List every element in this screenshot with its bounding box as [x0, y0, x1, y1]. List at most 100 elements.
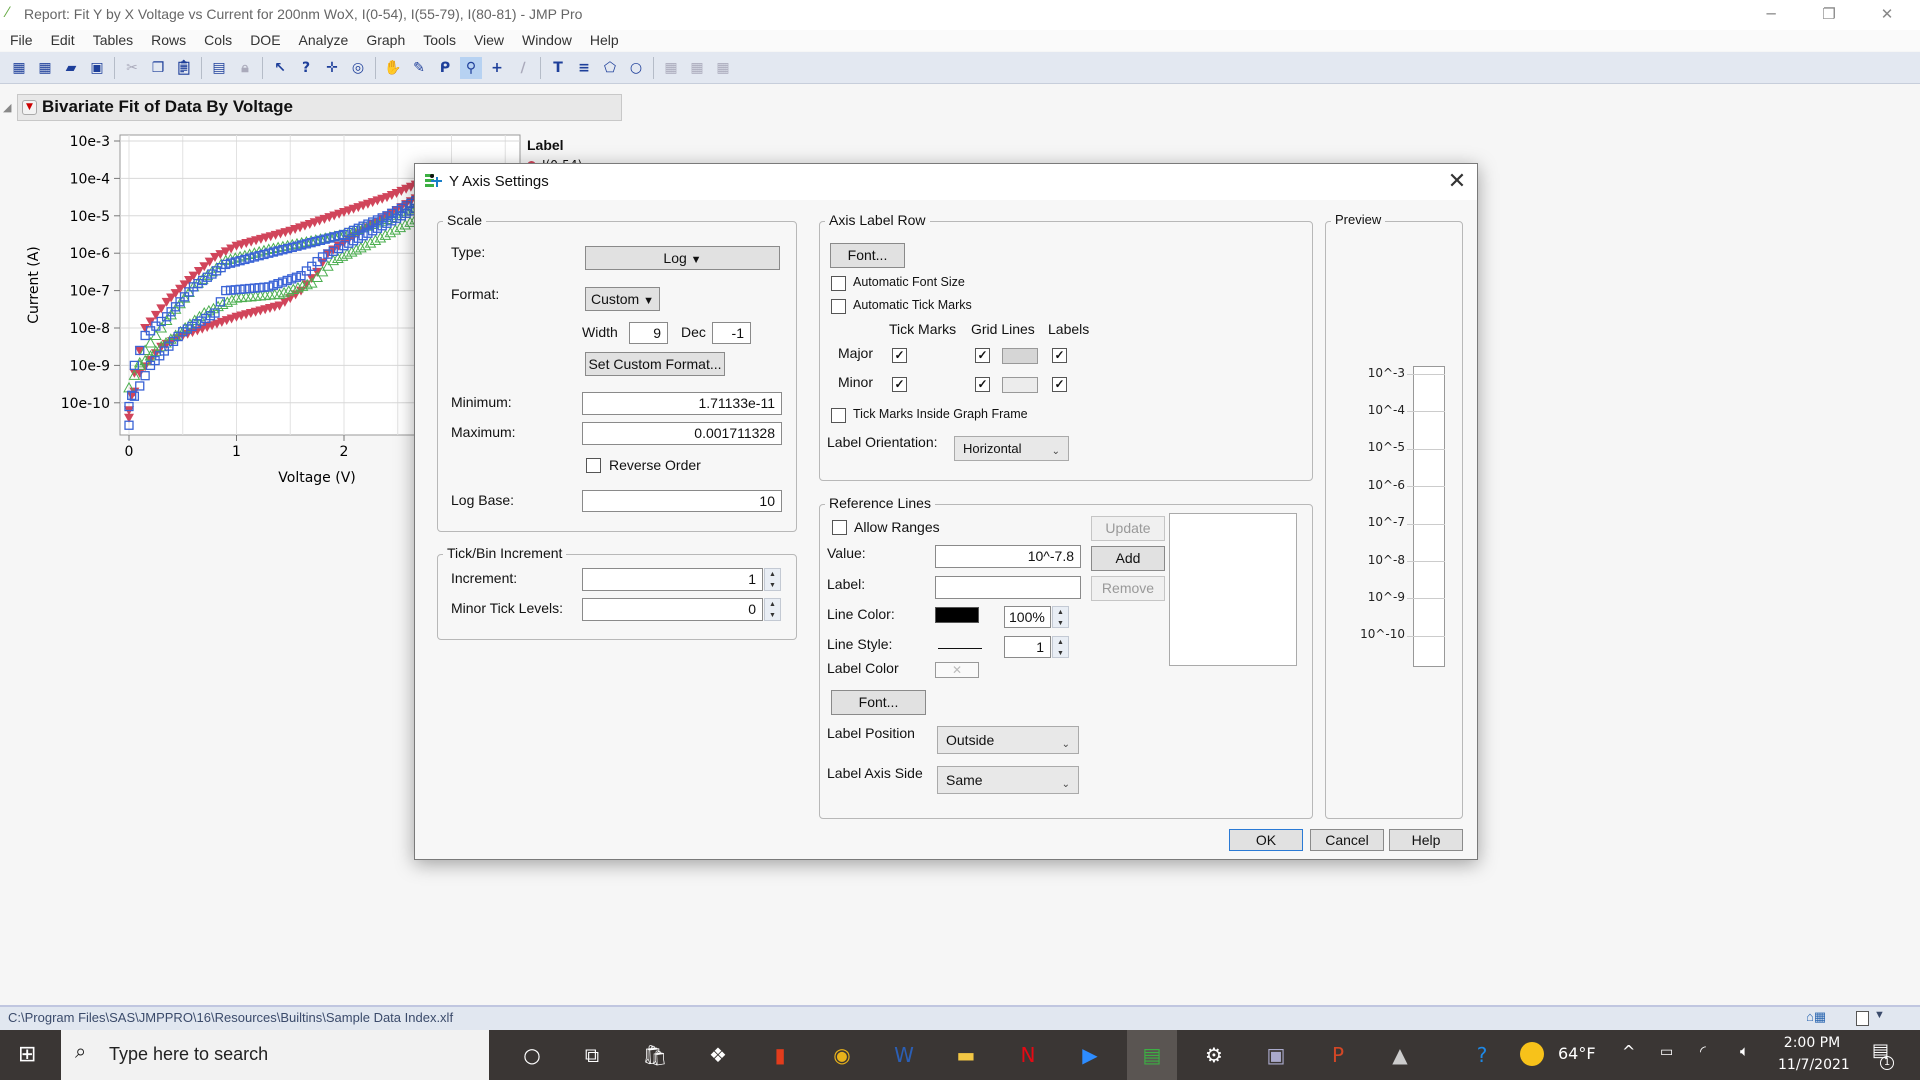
major-grid-lines-checkbox[interactable]: ✓ [975, 348, 990, 363]
file-explorer-icon[interactable]: ▬ [950, 1040, 982, 1070]
minor-grid-lines-checkbox[interactable]: ✓ [975, 377, 990, 392]
automatic-tick-marks-checkbox[interactable] [831, 299, 846, 314]
increment-spinner[interactable]: ▲ ▼ [764, 568, 781, 591]
reference-font-button[interactable]: Font... [831, 690, 926, 715]
minor-tick-levels-spinner[interactable]: ▲ ▼ [764, 598, 781, 621]
jmp-icon[interactable]: ▤ [1127, 1030, 1177, 1080]
home-window-icon[interactable]: ⌂▦ [1806, 1009, 1826, 1025]
major-tick-marks-checkbox[interactable]: ✓ [892, 348, 907, 363]
window-list-icon[interactable] [1856, 1011, 1869, 1026]
line-color-swatch[interactable] [935, 607, 979, 623]
clock-date[interactable]: 11/7/2021 [1778, 1057, 1850, 1073]
show-hidden-icons[interactable]: ^ [1622, 1042, 1635, 1061]
line-style-sample[interactable] [938, 648, 982, 649]
legend-title: Label [527, 137, 564, 153]
report-icon[interactable]: ▦ [660, 57, 682, 79]
close-window-button[interactable]: ✕ [1858, 0, 1916, 30]
major-row-label: Major [838, 345, 874, 361]
chevron-down-icon: ⌄ [1061, 739, 1070, 750]
minimum-input[interactable]: 1.71133e-11 [582, 392, 782, 415]
settings-icon[interactable]: ⚙ [1198, 1040, 1230, 1070]
matlab-icon[interactable]: ▲ [1384, 1040, 1416, 1070]
help-alert-icon[interactable]: ? [1466, 1040, 1498, 1070]
line-color-label: Line Color: [827, 606, 895, 622]
format-value: Custom [590, 291, 640, 307]
automatic-font-size-checkbox[interactable] [831, 276, 846, 291]
battery-icon[interactable]: ▭ [1660, 1044, 1673, 1060]
store-icon[interactable]: 🛍︎ [639, 1040, 671, 1070]
add-button[interactable]: Add [1091, 546, 1165, 571]
allow-ranges-checkbox[interactable] [832, 520, 847, 535]
label-axis-side-value: Same [946, 772, 983, 788]
line-width-spinner[interactable]: ▲ ▼ [1052, 636, 1069, 658]
set-custom-format-button[interactable]: Set Custom Format... [585, 352, 725, 376]
volume-icon[interactable]: 🔈︎ [1740, 1042, 1749, 1060]
reverse-order-checkbox[interactable] [586, 458, 601, 473]
window-list-dropdown-icon[interactable]: ▼ [1874, 1009, 1885, 1021]
screen-tool-icon[interactable]: ▣ [1260, 1040, 1292, 1070]
dec-label: Dec [681, 324, 706, 340]
reference-value-input[interactable]: 10^-7.8 [935, 545, 1081, 568]
width-input[interactable]: 9 [629, 322, 668, 344]
minor-row-label: Minor [838, 374, 874, 390]
preview-gridline [1407, 486, 1445, 488]
reference-label-input[interactable] [935, 576, 1081, 599]
minimize-button[interactable]: ─ [1742, 0, 1800, 30]
restore-button[interactable]: ❐ [1800, 0, 1858, 30]
minor-tick-marks-checkbox[interactable]: ✓ [892, 377, 907, 392]
netflix-icon[interactable]: N [1012, 1040, 1044, 1070]
update-button[interactable]: Update [1091, 516, 1165, 541]
windows-start-icon[interactable]: ⊞ [18, 1042, 36, 1067]
opacity-input[interactable]: 100% [1004, 606, 1051, 628]
y-tick-label: 10e-4 [70, 171, 110, 187]
label-position-dropdown[interactable]: Outside ⌄ [937, 726, 1079, 754]
type-dropdown[interactable]: Log ▼ [585, 246, 780, 270]
increment-input[interactable]: 1 [582, 568, 763, 591]
preview-axis-label: 10^-10 [1360, 627, 1405, 641]
tick-bin-group [437, 554, 797, 640]
log-base-input[interactable]: 10 [582, 490, 782, 512]
preview-gridline [1407, 448, 1445, 450]
maximum-input[interactable]: 0.001711328 [582, 422, 782, 445]
powerpoint-icon[interactable]: P [1322, 1040, 1354, 1070]
line-width-input[interactable]: 1 [1004, 636, 1051, 658]
tick-marks-inside-checkbox[interactable] [831, 408, 846, 423]
cortana-icon[interactable]: ○ [516, 1040, 548, 1070]
chrome-icon[interactable]: ◉ [826, 1040, 858, 1070]
axis-font-button[interactable]: Font... [830, 243, 905, 268]
major-grid-color-swatch[interactable] [1002, 348, 1038, 364]
weather-icon[interactable] [1520, 1042, 1544, 1066]
minor-grid-color-swatch[interactable] [1002, 377, 1038, 393]
weather-temp[interactable]: 64°F [1558, 1044, 1596, 1063]
format-dropdown[interactable]: Custom ▼ [585, 287, 660, 311]
minor-labels-checkbox[interactable]: ✓ [1052, 377, 1067, 392]
label-orientation-label: Label Orientation: [827, 434, 938, 450]
columns-icon[interactable]: ▦ [686, 57, 708, 79]
remove-button[interactable]: Remove [1091, 576, 1165, 601]
dec-input[interactable]: -1 [712, 322, 751, 344]
label-orientation-dropdown[interactable]: Horizontal ⌄ [954, 436, 1069, 461]
wifi-icon[interactable]: ◜ [1700, 1042, 1706, 1060]
label-orientation-value: Horizontal [963, 441, 1022, 456]
help-button[interactable]: Help [1389, 829, 1463, 851]
label-axis-side-dropdown[interactable]: Same ⌄ [937, 766, 1079, 794]
zoom-icon[interactable]: ▶ [1074, 1040, 1106, 1070]
word-icon[interactable]: W [888, 1040, 920, 1070]
type-label: Type: [451, 244, 486, 260]
dropbox-icon[interactable]: ❖ [702, 1040, 734, 1070]
minor-tick-levels-input[interactable]: 0 [582, 598, 763, 621]
office-icon[interactable]: ▮ [764, 1040, 796, 1070]
clock-time[interactable]: 2:00 PM [1782, 1035, 1842, 1051]
x-tick-label: 1 [232, 444, 241, 460]
major-labels-checkbox[interactable]: ✓ [1052, 348, 1067, 363]
opacity-spinner[interactable]: ▲ ▼ [1052, 606, 1069, 628]
add-icon[interactable]: ▦ [712, 57, 734, 79]
dialog-close-button[interactable]: ✕ [1445, 168, 1469, 194]
reference-lines-list[interactable] [1169, 513, 1297, 666]
tick-marks-column-header: Tick Marks [889, 321, 957, 337]
ok-button[interactable]: OK [1229, 829, 1303, 851]
task-view-icon[interactable]: ⧉ [576, 1040, 608, 1070]
label-color-swatch[interactable]: ✕ [935, 662, 979, 678]
taskbar-search-box[interactable]: ⌕ Type here to search [61, 1030, 489, 1080]
cancel-button[interactable]: Cancel [1310, 829, 1384, 851]
